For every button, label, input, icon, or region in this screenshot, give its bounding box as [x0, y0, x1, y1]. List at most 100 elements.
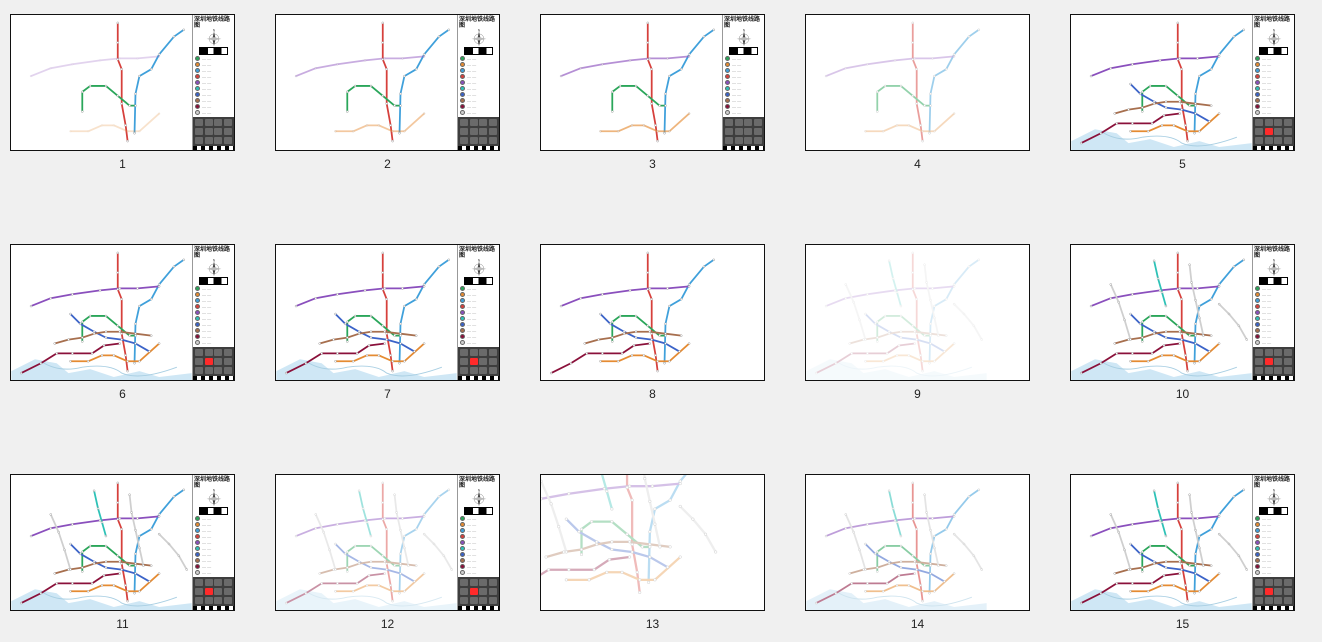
map-canvas: [806, 15, 987, 150]
legend-panel: 深圳地铁线路图 N — —— —— —— —— —— —— —— —— —— —: [722, 15, 764, 150]
scale-bar-icon: [464, 507, 493, 515]
map-canvas: [541, 475, 722, 610]
map-canvas: [1071, 245, 1252, 380]
legend-lines: — —— —— —— —— —— —— —— —— —— —: [193, 285, 234, 347]
thumbnail[interactable]: 深圳地铁线路图 N — —— —— —— —— —— —— —— —— —— —: [805, 474, 1030, 611]
map-canvas: [806, 245, 987, 380]
legend-lines: — —— —— —— —— —— —— —— —— —— —: [1253, 515, 1294, 577]
legend-panel: 深圳地铁线路图 N — —— —— —— —— —— —— —— —— —— —: [1252, 15, 1294, 150]
scale-bar-icon: [1259, 277, 1288, 285]
compass-rose-icon: N: [199, 259, 229, 277]
thumbnail[interactable]: 深圳地铁线路图 N — —— —— —— —— —— —— —— —— —— —: [275, 474, 500, 611]
thumbnail-caption: 6: [119, 387, 126, 401]
thumbnail[interactable]: 深圳地铁线路图 N — —— —— —— —— —— —— —— —— —— —: [540, 474, 765, 611]
thumbnail[interactable]: 深圳地铁线路图 N — —— —— —— —— —— —— —— —— —— —: [1070, 244, 1295, 381]
legend-title: 深圳地铁线路图: [458, 15, 499, 29]
scale-bar-icon: [199, 277, 228, 285]
legend-footer-stripe: [1253, 146, 1294, 150]
legend-keypad: [1253, 117, 1294, 146]
thumbnail[interactable]: 深圳地铁线路图 N — —— —— —— —— —— —— —— —— —— —: [1070, 474, 1295, 611]
thumbnail-caption: 15: [1176, 617, 1189, 631]
thumbnail-caption: 4: [914, 157, 921, 171]
legend-footer-stripe: [723, 146, 764, 150]
legend-title: 深圳地铁线路图: [458, 475, 499, 489]
thumbnail[interactable]: 深圳地铁线路图 N — —— —— —— —— —— —— —— —— —— —: [540, 244, 765, 381]
compass-rose-icon: N: [729, 29, 759, 47]
thumbnail[interactable]: 深圳地铁线路图 N — —— —— —— —— —— —— —— —— —— —: [805, 244, 1030, 381]
legend-keypad: [458, 347, 499, 376]
map-canvas: [11, 15, 192, 150]
legend-lines: — —— —— —— —— —— —— —— —— —— —: [458, 515, 499, 577]
scale-bar-icon: [729, 47, 758, 55]
thumbnail[interactable]: 深圳地铁线路图 N — —— —— —— —— —— —— —— —— —— —: [275, 14, 500, 151]
map-canvas: [541, 15, 722, 150]
svg-text:N: N: [477, 259, 480, 262]
legend-panel: 深圳地铁线路图 N — —— —— —— —— —— —— —— —— —— —: [1252, 245, 1294, 380]
svg-text:N: N: [1272, 489, 1275, 492]
legend-title: 深圳地铁线路图: [723, 15, 764, 29]
thumbnail[interactable]: 深圳地铁线路图 N — —— —— —— —— —— —— —— —— —— —: [540, 14, 765, 151]
legend-footer-stripe: [1253, 606, 1294, 610]
legend-title: 深圳地铁线路图: [1253, 245, 1294, 259]
svg-text:N: N: [1272, 259, 1275, 262]
thumbnail-caption: 11: [116, 617, 128, 631]
thumbnail-caption: 5: [1179, 157, 1186, 171]
legend-title: 深圳地铁线路图: [193, 15, 234, 29]
thumbnail-caption: 7: [384, 387, 391, 401]
legend-lines: — —— —— —— —— —— —— —— —— —— —: [1253, 55, 1294, 117]
legend-footer-stripe: [1253, 376, 1294, 380]
thumbnail-caption: 3: [649, 157, 656, 171]
thumbnail-caption: 10: [1176, 387, 1189, 401]
thumbnail-caption: 1: [119, 157, 126, 171]
legend-footer-stripe: [193, 606, 234, 610]
compass-rose-icon: N: [199, 29, 229, 47]
svg-text:N: N: [212, 259, 215, 262]
scale-bar-icon: [199, 507, 228, 515]
map-canvas: [1071, 15, 1252, 150]
legend-keypad: [193, 347, 234, 376]
scale-bar-icon: [464, 47, 493, 55]
svg-text:N: N: [212, 489, 215, 492]
thumbnail[interactable]: 深圳地铁线路图 N — —— —— —— —— —— —— —— —— —— —: [10, 14, 235, 151]
compass-rose-icon: N: [1259, 489, 1289, 507]
legend-title: 深圳地铁线路图: [1253, 475, 1294, 489]
legend-keypad: [458, 577, 499, 606]
thumbnail-caption: 13: [646, 617, 659, 631]
compass-rose-icon: N: [464, 29, 494, 47]
thumbnail[interactable]: 深圳地铁线路图 N — —— —— —— —— —— —— —— —— —— —: [10, 244, 235, 381]
legend-panel: 深圳地铁线路图 N — —— —— —— —— —— —— —— —— —— —: [457, 475, 499, 610]
map-canvas: [806, 475, 987, 610]
compass-rose-icon: N: [1259, 29, 1289, 47]
legend-keypad: [723, 117, 764, 146]
compass-rose-icon: N: [199, 489, 229, 507]
scale-bar-icon: [464, 277, 493, 285]
map-canvas: [11, 245, 192, 380]
map-canvas: [541, 245, 722, 380]
map-canvas: [11, 475, 192, 610]
legend-lines: — —— —— —— —— —— —— —— —— —— —: [193, 55, 234, 117]
svg-text:N: N: [477, 489, 480, 492]
legend-lines: — —— —— —— —— —— —— —— —— —— —: [458, 285, 499, 347]
compass-rose-icon: N: [1259, 259, 1289, 277]
legend-title: 深圳地铁线路图: [193, 245, 234, 259]
legend-panel: 深圳地铁线路图 N — —— —— —— —— —— —— —— —— —— —: [192, 475, 234, 610]
svg-text:N: N: [212, 29, 215, 32]
legend-footer-stripe: [193, 146, 234, 150]
map-canvas: [1071, 475, 1252, 610]
svg-text:N: N: [1272, 29, 1275, 32]
map-canvas: [276, 245, 457, 380]
legend-keypad: [458, 117, 499, 146]
legend-title: 深圳地铁线路图: [1253, 15, 1294, 29]
thumbnail[interactable]: 深圳地铁线路图 N — —— —— —— —— —— —— —— —— —— —: [275, 244, 500, 381]
legend-lines: — —— —— —— —— —— —— —— —— —— —: [458, 55, 499, 117]
legend-title: 深圳地铁线路图: [193, 475, 234, 489]
thumbnail-caption: 12: [381, 617, 394, 631]
legend-lines: — —— —— —— —— —— —— —— —— —— —: [193, 515, 234, 577]
legend-panel: 深圳地铁线路图 N — —— —— —— —— —— —— —— —— —— —: [192, 245, 234, 380]
thumbnail[interactable]: 深圳地铁线路图 N — —— —— —— —— —— —— —— —— —— —: [805, 14, 1030, 151]
thumbnail[interactable]: 深圳地铁线路图 N — —— —— —— —— —— —— —— —— —— —: [10, 474, 235, 611]
map-canvas: [276, 15, 457, 150]
thumbnail[interactable]: 深圳地铁线路图 N — —— —— —— —— —— —— —— —— —— —: [1070, 14, 1295, 151]
legend-keypad: [1253, 577, 1294, 606]
scale-bar-icon: [1259, 47, 1288, 55]
